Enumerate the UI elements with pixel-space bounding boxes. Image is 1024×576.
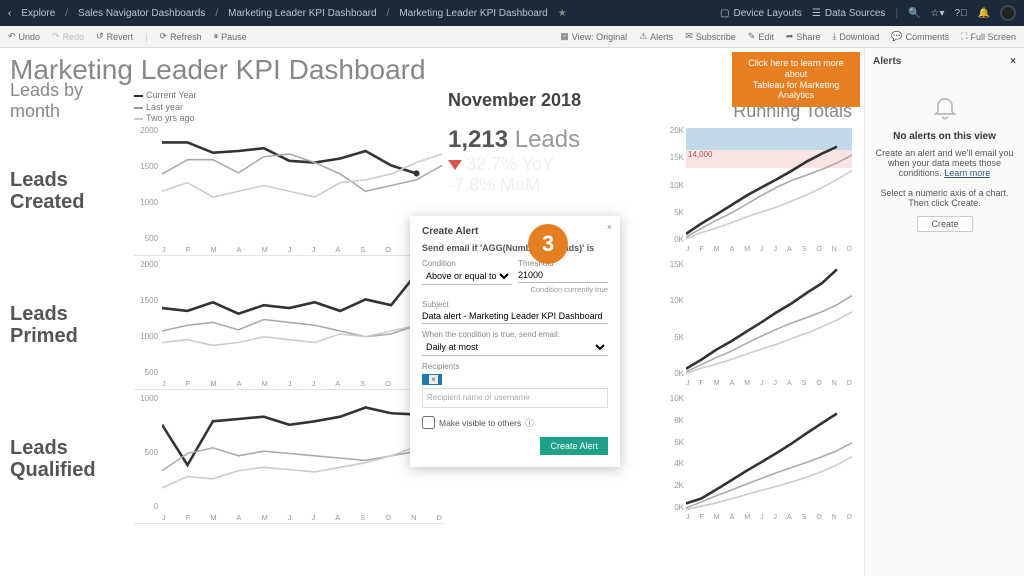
- view-selector[interactable]: ▦ View: Original: [560, 31, 627, 42]
- visible-checkbox[interactable]: [422, 416, 435, 429]
- divider: |: [895, 8, 898, 19]
- create-button[interactable]: Create: [917, 216, 973, 232]
- learn-more-link[interactable]: Learn more: [944, 168, 990, 178]
- pause-button[interactable]: ⏸ Pause: [214, 31, 247, 42]
- device-layouts-button[interactable]: ▢ Device Layouts: [720, 8, 802, 19]
- avatar[interactable]: [1000, 5, 1016, 21]
- row-label: Leads Qualified: [10, 394, 130, 524]
- col-header-leads: Leads by month: [10, 90, 130, 122]
- condition-select[interactable]: Above or equal to: [422, 268, 512, 285]
- view-toolbar: ↶ Undo ↷ Redo ↺ Revert | ⟳ Refresh ⏸ Pau…: [0, 26, 1024, 48]
- chart-legend: Current YearLast yearTwo yrs ago: [134, 90, 444, 122]
- dialog-title: Create Alert: [422, 226, 608, 237]
- promo-banner[interactable]: Click here to learn more aboutTableau fo…: [732, 52, 860, 107]
- share-button[interactable]: ➦ Share: [786, 31, 821, 42]
- recipients-label: Recipients: [422, 362, 608, 371]
- monthly-chart[interactable]: 200015001000500JFMAMJJASOND: [134, 260, 444, 390]
- dashboard-title: Marketing Leader KPI Dashboard: [10, 54, 854, 86]
- favorite-star-icon[interactable]: ★: [558, 8, 567, 19]
- panel-title: Alerts ×: [873, 56, 1016, 67]
- comments-button[interactable]: 💬 Comments: [891, 31, 949, 42]
- divider: |: [145, 32, 147, 42]
- condition-label: Condition: [422, 259, 512, 268]
- subject-input[interactable]: [422, 309, 608, 324]
- running-chart[interactable]: 15K10K5K0KJFMAMJJASOND: [662, 260, 852, 390]
- condition-hint: Condition currently true: [422, 285, 608, 294]
- download-button[interactable]: ⤓ Download: [832, 31, 879, 42]
- alerts-panel: Alerts × No alerts on this view Create a…: [864, 48, 1024, 576]
- recipient-input[interactable]: Recipient name or username: [422, 388, 608, 408]
- subject-label: Subject: [422, 300, 608, 309]
- revert-button[interactable]: ↺ Revert: [96, 31, 133, 42]
- refresh-button[interactable]: ⟳ Refresh: [160, 31, 202, 42]
- subscribe-button[interactable]: ✉ Subscribe: [685, 31, 736, 42]
- visible-label: Make visible to others: [439, 418, 521, 428]
- breadcrumb-1[interactable]: Sales Navigator Dashboards: [78, 8, 205, 19]
- monthly-chart[interactable]: 200015001000500JFMAMJJASOND: [134, 126, 444, 256]
- nav-bar: ‹ Explore/ Sales Navigator Dashboards/ M…: [0, 0, 1024, 26]
- undo-button[interactable]: ↶ Undo: [8, 31, 40, 42]
- breadcrumb-3: Marketing Leader KPI Dashboard: [399, 8, 547, 19]
- help-icon[interactable]: ?⃝: [954, 8, 967, 19]
- back-icon[interactable]: ‹: [8, 8, 11, 19]
- running-chart[interactable]: 14,00020K15K10K5K0KJFMAMJJASOND: [662, 126, 852, 256]
- recipient-chip[interactable]: ×: [422, 374, 442, 385]
- panel-heading: No alerts on this view: [873, 131, 1016, 142]
- breadcrumb-0[interactable]: Explore: [21, 8, 55, 19]
- period-label: November 2018: [448, 90, 658, 111]
- create-alert-dialog: × Create Alert Send email if 'AGG(Number…: [410, 216, 620, 467]
- close-icon[interactable]: ×: [607, 222, 612, 232]
- running-chart[interactable]: 10K8K6K4K2K0KJFMAMJJASOND: [662, 394, 852, 524]
- frequency-label: When the condition is true, send email:: [422, 330, 608, 339]
- panel-close-icon[interactable]: ×: [1010, 56, 1016, 67]
- create-alert-button[interactable]: Create Alert: [540, 437, 608, 455]
- alerts-button[interactable]: ⚠ Alerts: [639, 31, 673, 42]
- monthly-chart[interactable]: 10005000JFMAMJJASOND: [134, 394, 444, 524]
- search-icon[interactable]: 🔍: [908, 8, 920, 19]
- edit-button[interactable]: ✎ Edit: [748, 31, 774, 42]
- dialog-lead: Send email if 'AGG(Number of Leads)' is: [422, 243, 608, 253]
- notifications-icon[interactable]: 🔔: [978, 8, 990, 19]
- panel-text-2: Select a numeric axis of a chart. Then c…: [880, 188, 1008, 208]
- fullscreen-button[interactable]: ⛶ Full Screen: [961, 31, 1016, 42]
- chip-remove-icon[interactable]: ×: [429, 375, 438, 384]
- row-label: Leads Primed: [10, 260, 130, 390]
- favorites-icon[interactable]: ☆▾: [931, 8, 945, 19]
- bell-icon: [873, 93, 1016, 121]
- data-sources-button[interactable]: ☰ Data Sources: [812, 8, 886, 19]
- info-icon[interactable]: ⓘ: [525, 417, 534, 429]
- breadcrumb-2[interactable]: Marketing Leader KPI Dashboard: [228, 8, 376, 19]
- frequency-select[interactable]: Daily at most: [422, 339, 608, 356]
- row-label: Leads Created: [10, 126, 130, 256]
- threshold-label: Threshold: [518, 259, 608, 268]
- threshold-input[interactable]: [518, 268, 608, 283]
- step-badge: 3: [528, 224, 568, 264]
- redo-button[interactable]: ↷ Redo: [52, 31, 84, 42]
